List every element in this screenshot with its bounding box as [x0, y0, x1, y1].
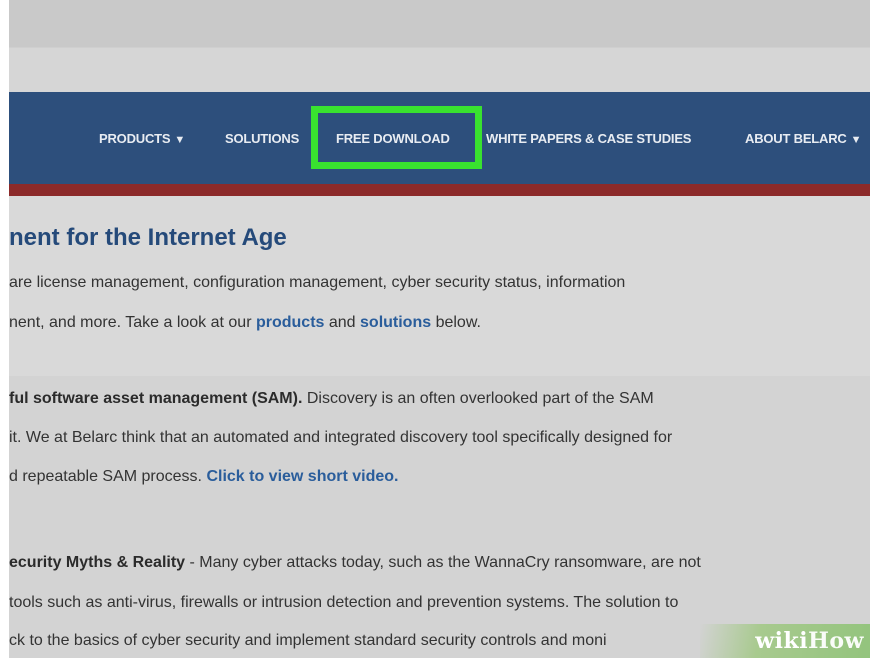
- nav-item-free-download[interactable]: FREE DOWNLOAD: [336, 130, 450, 148]
- chevron-down-icon: ▼: [174, 134, 186, 146]
- watermark-part-1: wiki: [755, 628, 809, 654]
- products-link[interactable]: products: [256, 314, 324, 331]
- sam-text: Discovery is an often overlooked part of…: [302, 390, 654, 407]
- security-bold-text: ecurity Myths & Reality: [9, 554, 186, 571]
- intro-text: below.: [431, 314, 481, 331]
- nav-item-solutions[interactable]: SOLUTIONS: [225, 130, 299, 148]
- security-line-3: ck to the basics of cyber security and i…: [9, 632, 607, 649]
- watermark-part-2: How: [808, 628, 864, 654]
- nav-item-label: FREE DOWNLOAD: [336, 131, 450, 146]
- security-line-1: ecurity Myths & Reality - Many cyber att…: [9, 554, 701, 572]
- sam-line-2: it. We at Belarc think that an automated…: [9, 429, 673, 446]
- browser-address-bar[interactable]: [9, 47, 870, 93]
- security-line-2: tools such as anti-virus, firewalls or i…: [9, 594, 679, 611]
- security-text: - Many cyber attacks today, such as the …: [185, 554, 701, 571]
- browser-tab-strip: [9, 0, 870, 47]
- intro-text: and: [324, 314, 361, 331]
- sam-text: d repeatable SAM process.: [9, 468, 207, 485]
- sam-line-3: d repeatable SAM process. Click to view …: [9, 468, 398, 486]
- nav-item-label: SOLUTIONS: [225, 131, 300, 146]
- content-band: [9, 376, 870, 658]
- nav-item-label: WHITE PAPERS & CASE STUDIES: [486, 131, 692, 146]
- video-link[interactable]: Click to view short video.: [206, 468, 398, 485]
- wikihow-watermark-logo: wikiHow: [755, 628, 864, 654]
- page-title: nent for the Internet Age: [9, 224, 287, 251]
- left-edge: [0, 0, 9, 658]
- nav-item-label: ABOUT BELARC: [745, 131, 847, 146]
- main-content: nent for the Internet Age are license ma…: [9, 196, 870, 658]
- nav-item-label: PRODUCTS: [99, 131, 171, 146]
- nav-accent-bar: [9, 184, 870, 196]
- intro-line-2: nent, and more. Take a look at our produ…: [9, 314, 481, 332]
- intro-text: nent, and more. Take a look at our: [9, 314, 256, 331]
- sam-line-1: ful software asset management (SAM). Dis…: [9, 390, 654, 408]
- site-navbar: PRODUCTS ▼ SOLUTIONS FREE DOWNLOAD WHITE …: [9, 92, 870, 184]
- solutions-link[interactable]: solutions: [360, 314, 431, 331]
- sam-bold-text: ful software asset management (SAM).: [9, 390, 303, 407]
- chevron-down-icon: ▼: [850, 134, 862, 146]
- nav-item-white-papers[interactable]: WHITE PAPERS & CASE STUDIES: [486, 130, 691, 148]
- nav-item-products[interactable]: PRODUCTS ▼: [99, 130, 185, 148]
- intro-line-1: are license management, configuration ma…: [9, 274, 626, 291]
- nav-item-about-belarc[interactable]: ABOUT BELARC ▼: [745, 130, 861, 148]
